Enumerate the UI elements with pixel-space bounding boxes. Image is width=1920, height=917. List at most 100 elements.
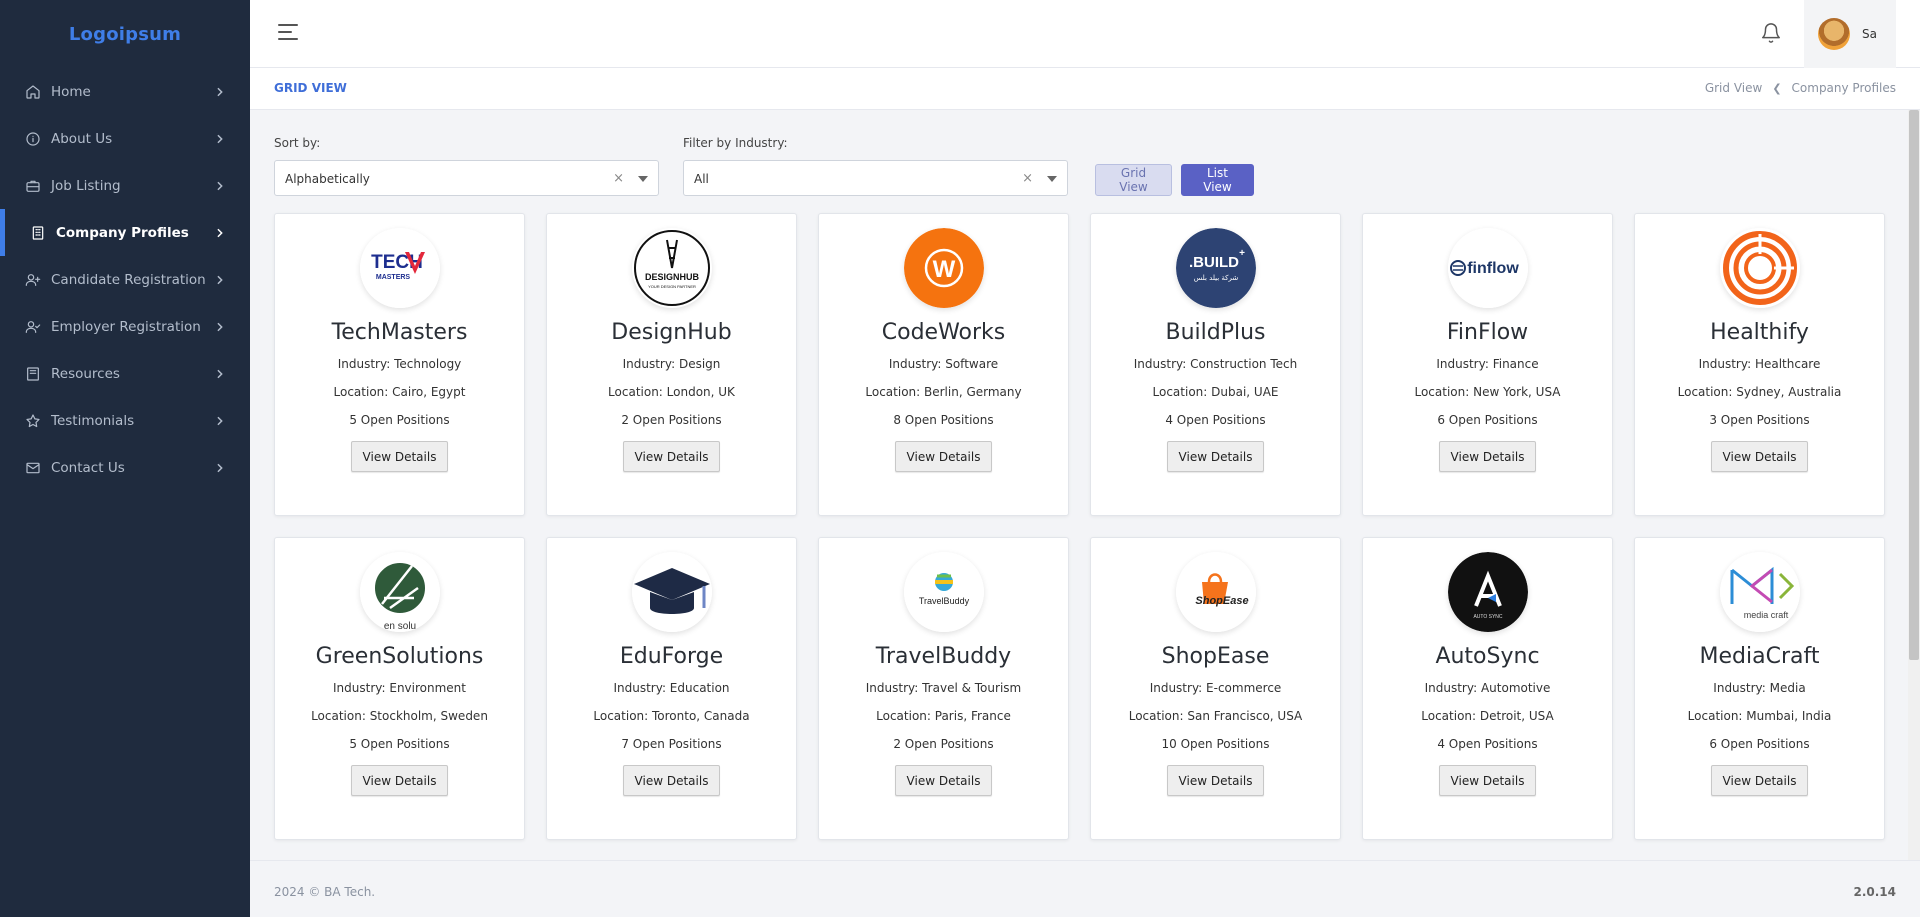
sidebar-item-label: Employer Registration <box>51 318 201 335</box>
company-name: CodeWorks <box>881 320 1006 345</box>
company-location: Location: Berlin, Germany <box>865 385 1022 399</box>
company-location: Location: Mumbai, India <box>1687 709 1832 723</box>
industry-select[interactable]: All × <box>683 160 1068 196</box>
scrollbar-thumb[interactable] <box>1909 110 1919 660</box>
view-details-button[interactable]: View Details <box>622 765 721 796</box>
company-industry: Industry: Environment <box>333 681 466 695</box>
company-logo: AUTO SYNC <box>1447 552 1528 632</box>
clear-sort-icon[interactable]: × <box>613 171 624 186</box>
mail-icon <box>24 459 42 477</box>
company-card: AUTO SYNC AutoSync Industry: Automotive Loc… <box>1362 537 1613 840</box>
company-card: ShopEase ShopEase Industry: E-commerce Loca… <box>1090 537 1341 840</box>
svg-text:DESIGNHUB: DESIGNHUB <box>644 272 699 282</box>
company-location: Location: San Francisco, USA <box>1128 709 1303 723</box>
view-details-button[interactable]: View Details <box>350 765 449 796</box>
company-logo: ShopEase <box>1175 552 1256 632</box>
company-name: ShopEase <box>1161 644 1270 669</box>
sidebar-item-label: About Us <box>51 130 113 147</box>
sidebar-item-employer-registration[interactable]: Employer Registration <box>0 303 250 350</box>
breadcrumb: Grid View ❮ Company Profiles <box>1705 81 1896 95</box>
company-location: Location: Cairo, Egypt <box>333 385 466 399</box>
view-details-button[interactable]: View Details <box>1166 765 1265 796</box>
list-view-button[interactable]: List View <box>1181 164 1254 196</box>
company-location: Location: Detroit, USA <box>1421 709 1554 723</box>
company-card: EduForge Industry: Education Location: Tor… <box>546 537 797 840</box>
user-plus-icon <box>24 271 42 289</box>
sidebar-item-testimonials[interactable]: Testimonials <box>0 397 250 444</box>
hamburger-icon[interactable] <box>278 24 298 42</box>
sidebar-nav: Home About Us Job Listing Company Profiles C… <box>0 68 250 491</box>
sidebar-item-label: Company Profiles <box>56 224 189 241</box>
view-details-button[interactable]: View Details <box>1710 765 1809 796</box>
company-location: Location: Toronto, Canada <box>593 709 750 723</box>
company-name: MediaCraft <box>1699 644 1820 669</box>
sidebar-item-candidate-registration[interactable]: Candidate Registration <box>0 256 250 303</box>
svg-text:finflow: finflow <box>1467 260 1519 277</box>
company-open-positions: 4 Open Positions <box>1165 413 1266 427</box>
sidebar: Logoipsum Home About Us Job Listing Company… <box>0 0 250 917</box>
sidebar-item-home[interactable]: Home <box>0 68 250 115</box>
company-industry: Industry: Software <box>888 357 999 371</box>
view-details-button[interactable]: View Details <box>1166 441 1265 472</box>
company-logo: TravelBuddy <box>903 552 984 632</box>
chevron-right-icon <box>216 181 226 191</box>
clear-industry-icon[interactable]: × <box>1022 171 1033 186</box>
company-name: TechMasters <box>331 320 468 345</box>
company-logo: finflow <box>1447 228 1528 308</box>
version: 2.0.14 <box>1853 885 1896 899</box>
company-open-positions: 7 Open Positions <box>621 737 722 751</box>
caret-down-icon[interactable] <box>638 176 648 182</box>
company-card: DESIGNHUB YOUR DESIGN PARTNER DesignHub Ind… <box>546 213 797 516</box>
company-logo: TECH MASTERS <box>359 228 440 308</box>
grid-view-button[interactable]: Grid View <box>1095 164 1172 196</box>
info-icon <box>24 130 42 148</box>
app-logo[interactable]: Logoipsum <box>0 0 250 68</box>
breadcrumb-item-grid-view[interactable]: Grid View <box>1705 81 1762 95</box>
company-name: DesignHub <box>611 320 732 345</box>
company-industry: Industry: Design <box>622 357 721 371</box>
company-name: Healthify <box>1710 320 1809 345</box>
company-open-positions: 6 Open Positions <box>1709 737 1810 751</box>
industry-select-value: All <box>694 172 709 186</box>
chevron-right-icon <box>216 275 226 285</box>
company-industry: Industry: Technology <box>337 357 462 371</box>
sidebar-item-about-us[interactable]: About Us <box>0 115 250 162</box>
footer: 2024 © BA Tech. 2.0.14 <box>250 860 1920 917</box>
sidebar-item-label: Resources <box>51 365 120 382</box>
view-details-button[interactable]: View Details <box>350 441 449 472</box>
star-icon <box>24 412 42 430</box>
bell-icon[interactable] <box>1760 22 1782 44</box>
view-details-button[interactable]: View Details <box>622 441 721 472</box>
company-industry: Industry: E-commerce <box>1149 681 1282 695</box>
sidebar-item-job-listing[interactable]: Job Listing <box>0 162 250 209</box>
view-details-button[interactable]: View Details <box>894 765 993 796</box>
caret-down-icon[interactable] <box>1047 176 1057 182</box>
sort-select[interactable]: Alphabetically × <box>274 160 659 196</box>
view-details-button[interactable]: View Details <box>1438 765 1537 796</box>
chevron-right-icon <box>216 369 226 379</box>
company-logo: W <box>903 228 984 308</box>
page-header: GRID VIEW Grid View ❮ Company Profiles <box>250 68 1920 110</box>
company-industry: Industry: Education <box>613 681 730 695</box>
company-open-positions: 5 Open Positions <box>349 737 450 751</box>
company-location: Location: New York, USA <box>1414 385 1561 399</box>
chevron-right-icon <box>216 322 226 332</box>
company-grid: TECH MASTERS TechMasters Industry: Technolo… <box>274 213 1885 840</box>
scrollbar[interactable] <box>1908 110 1920 860</box>
book-icon <box>24 365 42 383</box>
company-open-positions: 2 Open Positions <box>621 413 722 427</box>
view-details-button[interactable]: View Details <box>894 441 993 472</box>
view-details-button[interactable]: View Details <box>1438 441 1537 472</box>
svg-text:AUTO SYNC: AUTO SYNC <box>1473 614 1502 620</box>
sidebar-item-contact-us[interactable]: Contact Us <box>0 444 250 491</box>
company-card: Healthify Industry: Healthcare Location: S… <box>1634 213 1885 516</box>
svg-text:MASTERS: MASTERS <box>375 274 410 281</box>
company-logo: en solu <box>359 552 440 632</box>
company-industry: Industry: Automotive <box>1424 681 1551 695</box>
sidebar-item-resources[interactable]: Resources <box>0 350 250 397</box>
sidebar-item-company-profiles[interactable]: Company Profiles <box>0 209 250 256</box>
sidebar-item-label: Candidate Registration <box>51 271 206 288</box>
view-details-button[interactable]: View Details <box>1710 441 1809 472</box>
user-menu[interactable]: Sa <box>1804 0 1896 68</box>
avatar[interactable] <box>1818 18 1850 50</box>
